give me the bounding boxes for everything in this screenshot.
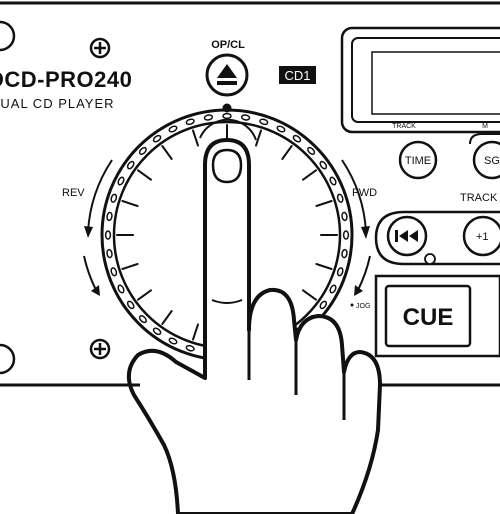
jog-dimple (341, 211, 348, 222)
jog-label: JOG (356, 303, 370, 310)
deck-badge: CD1 (279, 66, 316, 84)
jog-dimple (222, 112, 232, 120)
jog-dimple (104, 230, 112, 240)
screw-icon (89, 37, 111, 59)
rev-label: REV (62, 187, 85, 199)
jog-dimple (203, 114, 214, 121)
jog-dimple (106, 248, 113, 259)
cue-button[interactable]: CUE (374, 274, 500, 358)
track-group-label: TRACK (460, 192, 498, 204)
rack-notch-bottom (0, 343, 16, 375)
model-name: DCD-PRO240 (0, 67, 132, 92)
jog-dimple (342, 230, 350, 240)
time-button-label: TIME (405, 155, 431, 167)
single-button-label: SG (484, 155, 500, 167)
time-button[interactable]: TIME (398, 140, 438, 180)
lcd-track-label: TRACK (392, 123, 416, 130)
deck-badge-label: CD1 (284, 68, 310, 83)
eject-label: OP/CL (211, 39, 245, 51)
model-subtitle: DUAL CD PLAYER (0, 96, 115, 111)
jog-dimple (106, 211, 113, 222)
indicator-led (424, 253, 436, 265)
cue-button-label: CUE (403, 304, 454, 331)
plus-one-button[interactable]: +1 (462, 215, 500, 257)
cd-player-panel-illustration: DCD-PRO240 DUAL CD PLAYER OP/CL CD1 TRAC… (0, 1, 500, 514)
prev-track-button[interactable] (386, 215, 428, 257)
jog-label-dot (350, 303, 354, 307)
screw-icon (89, 338, 111, 360)
lcd-display: TRACK M (340, 26, 500, 134)
single-button[interactable]: SG (472, 140, 500, 180)
fwd-label: FWD (352, 187, 377, 199)
jog-index-dot (222, 103, 232, 113)
jog-dimple (341, 248, 348, 259)
rack-notch-top (0, 20, 16, 52)
lcd-m-label: M (482, 123, 488, 130)
jog-dimple (240, 114, 251, 121)
plus-one-button-label: +1 (476, 231, 489, 243)
eject-button[interactable] (205, 53, 249, 97)
